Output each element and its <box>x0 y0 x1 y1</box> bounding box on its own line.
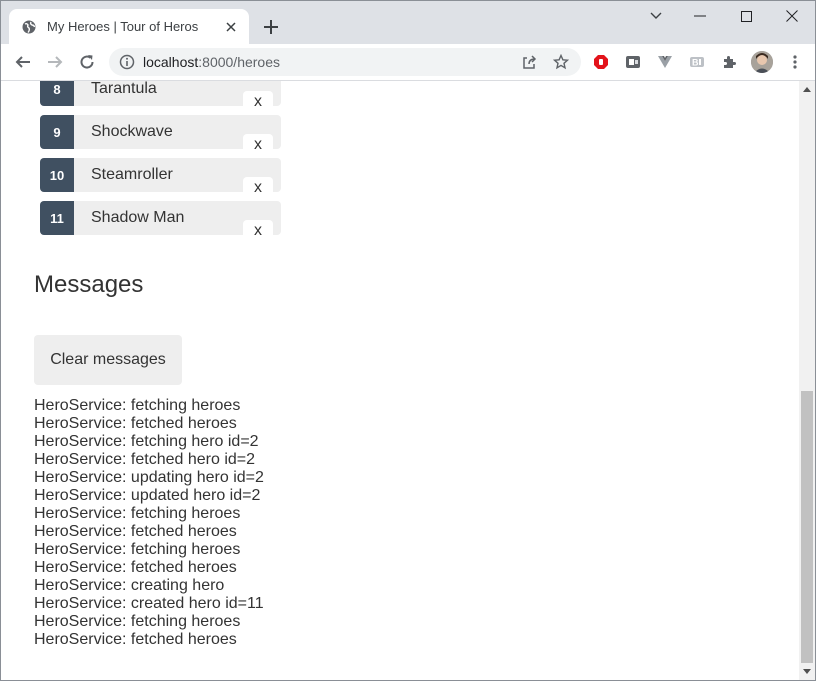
vue-devtools-icon[interactable] <box>657 54 673 70</box>
message-line: HeroService: fetching hero id=2 <box>34 433 259 450</box>
message-line: HeroService: fetched heroes <box>34 631 237 648</box>
globe-icon <box>21 19 37 35</box>
ublock-icon[interactable] <box>593 54 609 70</box>
message-line: HeroService: fetching heroes <box>34 613 241 630</box>
info-icon[interactable] <box>119 54 135 70</box>
hero-list-item[interactable]: 9 Shockwave x <box>40 115 281 156</box>
hero-list-item[interactable]: 10 Steamroller x <box>40 158 281 199</box>
clear-messages-button[interactable]: Clear messages <box>34 335 182 385</box>
maximize-icon[interactable] <box>723 1 769 31</box>
star-icon[interactable] <box>552 53 570 70</box>
hero-id-badge: 9 <box>40 115 74 149</box>
tab-search-icon[interactable] <box>633 1 679 31</box>
url-host: localhost <box>143 54 199 70</box>
minimize-icon[interactable] <box>677 1 723 31</box>
tab-strip: My Heroes | Tour of Heros <box>1 1 815 44</box>
message-line: HeroService: fetching heroes <box>34 541 241 558</box>
hero-id-badge: 11 <box>40 201 74 235</box>
delete-hero-button[interactable]: x <box>243 220 273 242</box>
new-tab-button[interactable] <box>259 15 283 39</box>
forward-icon[interactable] <box>41 48 69 76</box>
message-line: HeroService: fetching heroes <box>34 505 241 522</box>
hero-name[interactable]: Shockwave <box>91 115 173 149</box>
extension-icon[interactable] <box>625 54 641 70</box>
hero-id-badge: 10 <box>40 158 74 192</box>
hero-name[interactable]: Tarantula <box>91 81 157 106</box>
reload-icon[interactable] <box>73 48 101 76</box>
message-line: HeroService: fetched heroes <box>34 415 237 432</box>
message-line: HeroService: created hero id=11 <box>34 595 264 612</box>
message-line: HeroService: creating hero <box>34 577 225 594</box>
hero-id-badge: 8 <box>40 81 74 106</box>
hero-name[interactable]: Shadow Man <box>91 201 184 235</box>
address-bar[interactable]: localhost:8000/heroes <box>109 48 581 76</box>
browser-tab[interactable]: My Heroes | Tour of Heros <box>9 9 249 44</box>
browser-window: My Heroes | Tour of Heros localhost:8000… <box>0 0 816 681</box>
message-line: HeroService: fetching heroes <box>34 397 241 414</box>
delete-hero-button[interactable]: x <box>243 91 273 113</box>
url-path: :8000/heroes <box>198 54 280 70</box>
url-text[interactable]: localhost:8000/heroes <box>143 54 280 70</box>
delete-hero-button[interactable]: x <box>243 134 273 156</box>
back-icon[interactable] <box>9 48 37 76</box>
delete-hero-button[interactable]: x <box>243 177 273 199</box>
scrollbar-thumb[interactable] <box>801 391 813 663</box>
message-line: HeroService: updated hero id=2 <box>34 487 261 504</box>
scroll-up-arrow-icon[interactable] <box>799 81 815 98</box>
extension-icon[interactable]: B <box>689 54 705 70</box>
page-viewport: 8 Tarantula x 9 Shockwave x 10 Steamroll… <box>1 81 799 680</box>
message-line: HeroService: fetched hero id=2 <box>34 451 256 468</box>
vertical-scrollbar[interactable] <box>799 81 815 680</box>
close-window-icon[interactable] <box>769 1 815 31</box>
close-tab-icon[interactable] <box>223 19 239 35</box>
message-line: HeroService: fetched heroes <box>34 559 237 576</box>
hero-list: 8 Tarantula x 9 Shockwave x 10 Steamroll… <box>40 81 281 244</box>
scroll-down-arrow-icon[interactable] <box>799 663 815 680</box>
tab-title: My Heroes | Tour of Heros <box>47 19 199 34</box>
puzzle-icon[interactable] <box>721 54 737 70</box>
svg-text:B: B <box>692 58 699 68</box>
message-line: HeroService: updating hero id=2 <box>34 469 264 486</box>
share-icon[interactable] <box>521 54 537 70</box>
avatar[interactable] <box>751 51 773 73</box>
message-line: HeroService: fetched heroes <box>34 523 237 540</box>
message-list: HeroService: fetching heroes HeroService… <box>34 397 264 649</box>
menu-icon[interactable] <box>781 48 809 76</box>
hero-list-item[interactable]: 8 Tarantula x <box>40 81 281 113</box>
browser-toolbar: localhost:8000/heroes B <box>1 44 815 81</box>
hero-list-item[interactable]: 11 Shadow Man x <box>40 201 281 242</box>
messages-heading: Messages <box>34 271 144 298</box>
hero-name[interactable]: Steamroller <box>91 158 173 192</box>
